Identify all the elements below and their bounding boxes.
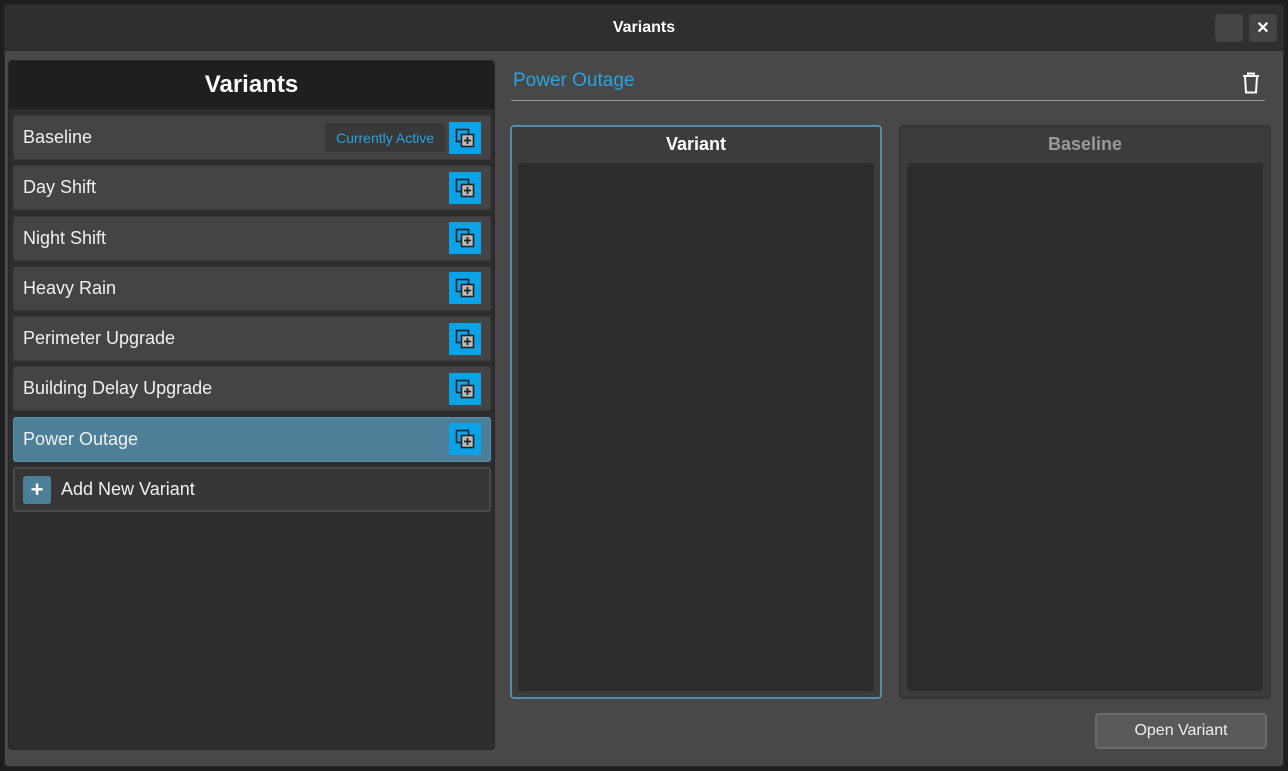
- close-icon: ✕: [1256, 20, 1270, 37]
- currently-active-badge: Currently Active: [324, 123, 445, 152]
- variant-row-power-outage[interactable]: Power Outage: [13, 416, 491, 462]
- copy-add-icon: [455, 279, 475, 298]
- add-new-variant-button[interactable]: + Add New Variant: [13, 467, 491, 513]
- trash-icon[interactable]: [1240, 71, 1262, 95]
- variant-row-heavy-rain[interactable]: Heavy Rain: [13, 265, 491, 311]
- variant-row-perimeter-upgrade[interactable]: Perimeter Upgrade: [13, 316, 491, 362]
- open-variant-button[interactable]: Open Variant: [1095, 713, 1267, 749]
- title-bar: Variants ✕: [5, 5, 1283, 51]
- baseline-panel-body: [907, 163, 1263, 691]
- baseline-compare-panel: Baseline: [899, 125, 1271, 699]
- copy-add-icon: [455, 228, 475, 248]
- variant-row-building-delay-upgrade[interactable]: Building Delay Upgrade: [13, 366, 491, 412]
- title-underline: [511, 100, 1265, 101]
- variant-compare-panel: Variant: [510, 125, 882, 699]
- variant-row-baseline[interactable]: Baseline Currently Active: [13, 115, 491, 160]
- copy-add-icon: [455, 329, 475, 348]
- copy-variant-button[interactable]: [449, 222, 481, 255]
- variant-panel-header: Variant: [665, 133, 727, 154]
- plus-icon: +: [23, 475, 51, 504]
- variant-list: Baseline Currently Active Day Shift Nigh…: [13, 115, 491, 513]
- copy-add-icon: [455, 128, 475, 147]
- variant-label: Building Delay Upgrade: [23, 378, 213, 399]
- copy-variant-button[interactable]: [449, 121, 481, 154]
- copy-add-icon: [455, 379, 475, 399]
- copy-add-icon: [455, 429, 475, 449]
- variant-label: Heavy Rain: [23, 277, 117, 298]
- baseline-panel-header: Baseline: [1047, 133, 1123, 154]
- variant-label: Day Shift: [23, 177, 97, 198]
- copy-variant-button[interactable]: [449, 272, 481, 305]
- copy-variant-button[interactable]: [449, 372, 481, 405]
- copy-variant-button[interactable]: [449, 171, 481, 204]
- variant-name-field[interactable]: Power Outage: [513, 70, 634, 92]
- variant-list-header: Variants: [9, 61, 494, 109]
- variant-label: Baseline: [23, 127, 93, 147]
- window-title: Variants: [612, 19, 676, 36]
- copy-variant-button[interactable]: [449, 423, 481, 456]
- variant-label: Power Outage: [23, 428, 139, 449]
- variant-row-night-shift[interactable]: Night Shift: [13, 215, 491, 261]
- window-option-button[interactable]: [1215, 14, 1243, 42]
- variant-panel-body: [518, 163, 874, 691]
- variant-label: Perimeter Upgrade: [23, 328, 176, 349]
- copy-add-icon: [455, 178, 475, 198]
- add-new-variant-label: Add New Variant: [61, 479, 195, 500]
- close-button[interactable]: ✕: [1249, 14, 1277, 42]
- variant-row-day-shift[interactable]: Day Shift: [13, 165, 491, 211]
- variant-label: Night Shift: [23, 227, 107, 248]
- variant-list-panel: Variants Baseline Currently Active Day S…: [8, 60, 495, 750]
- copy-variant-button[interactable]: [449, 322, 481, 355]
